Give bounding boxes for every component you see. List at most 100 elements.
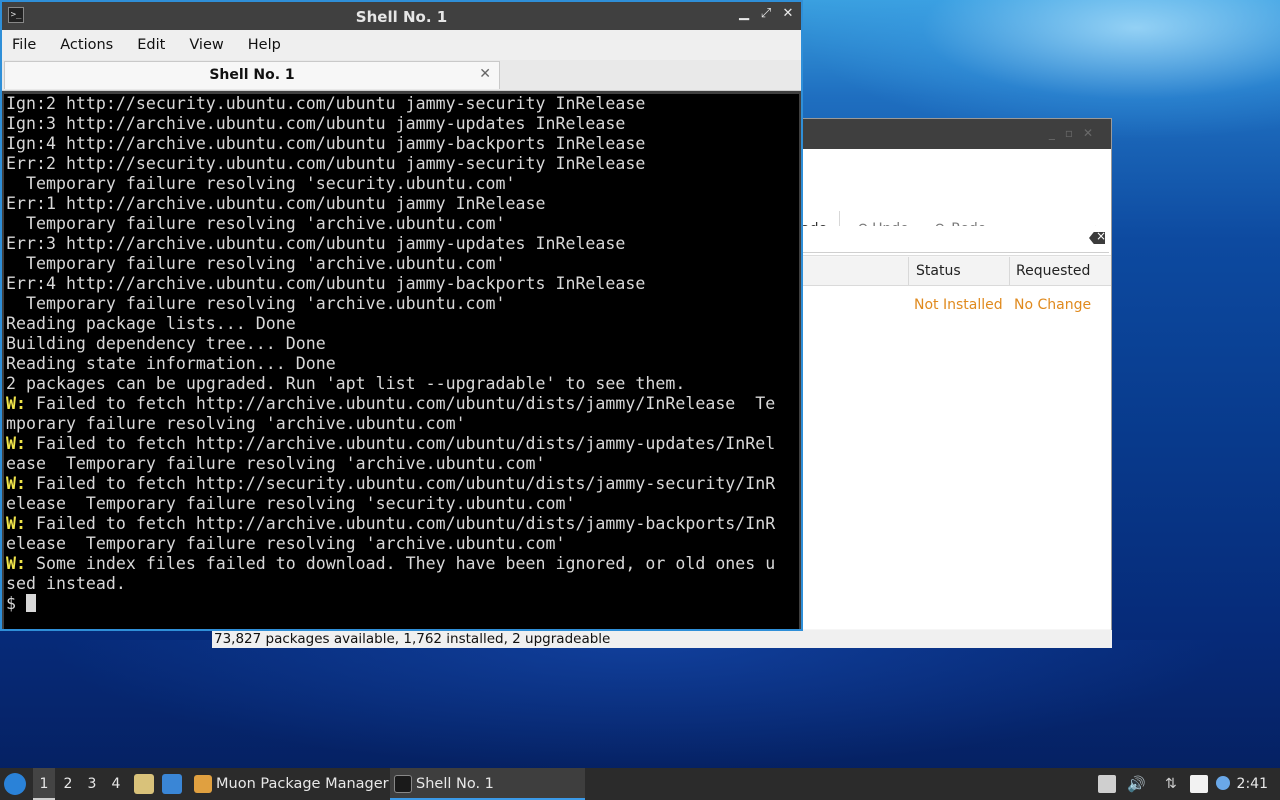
terminal-line: sed instead. <box>6 574 799 594</box>
terminal-line: Err:3 http://archive.ubuntu.com/ubuntu j… <box>6 234 799 254</box>
menu-view[interactable]: View <box>189 37 223 53</box>
menu-file[interactable]: File <box>12 37 36 53</box>
terminal-line-text: Temporary failure resolving 'archive.ubu… <box>6 294 506 313</box>
terminal-line-text: Failed to fetch http://archive.ubuntu.co… <box>25 514 776 533</box>
terminal-line: elease Temporary failure resolving 'arch… <box>6 534 799 554</box>
warning-prefix: W: <box>6 474 26 493</box>
terminal-line-text: Err:4 http://archive.ubuntu.com/ubuntu j… <box>6 274 646 293</box>
terminal-line-text: Err:2 http://security.ubuntu.com/ubuntu … <box>6 154 646 173</box>
terminal-icon <box>394 775 412 793</box>
start-menu-icon[interactable] <box>4 773 26 795</box>
update-notifier-icon[interactable] <box>1216 776 1230 790</box>
terminal-line: mporary failure resolving 'archive.ubunt… <box>6 414 799 434</box>
menu-actions[interactable]: Actions <box>60 37 113 53</box>
search-input[interactable] <box>801 226 1109 253</box>
terminal-line: Ign:3 http://archive.ubuntu.com/ubuntu j… <box>6 114 799 134</box>
terminal-titlebar[interactable]: >_ Shell No. 1 ▁ ⤢ ✕ <box>2 2 801 30</box>
network-icon[interactable]: ⇅ <box>1165 775 1183 793</box>
close-icon[interactable]: ✕ <box>781 7 795 21</box>
terminal-line: Temporary failure resolving 'archive.ubu… <box>6 294 799 314</box>
terminal-line-text: sed instead. <box>6 574 126 593</box>
file-manager-icon[interactable] <box>134 774 154 794</box>
workspace-3[interactable]: 3 <box>81 768 103 800</box>
terminal-console[interactable]: Ign:2 http://security.ubuntu.com/ubuntu … <box>4 94 799 629</box>
column-separator <box>1009 257 1010 285</box>
muon-titlebar[interactable]: _▫✕ <box>801 119 1111 149</box>
terminal-line-text: Err:3 http://archive.ubuntu.com/ubuntu j… <box>6 234 626 253</box>
terminal-line-text: Ign:2 http://security.ubuntu.com/ubuntu … <box>6 94 646 113</box>
clock[interactable]: 2:41 <box>1237 768 1268 800</box>
terminal-line: Err:4 http://archive.ubuntu.com/ubuntu j… <box>6 274 799 294</box>
text-cursor <box>25 594 36 612</box>
terminal-line-text: Failed to fetch http://archive.ubuntu.co… <box>25 394 776 413</box>
tab-bar: Shell No. 1 ✕ <box>2 60 801 91</box>
package-list[interactable] <box>801 285 1111 629</box>
terminal-line-text: Building dependency tree... Done <box>6 334 326 353</box>
terminal-line: W: Failed to fetch http://archive.ubuntu… <box>6 434 799 454</box>
terminal-line: W: Failed to fetch http://security.ubunt… <box>6 474 799 494</box>
tab-label: Shell No. 1 <box>209 67 295 83</box>
workspace-2[interactable]: 2 <box>57 768 79 800</box>
terminal-line: W: Failed to fetch http://archive.ubuntu… <box>6 514 799 534</box>
menu-help[interactable]: Help <box>248 37 281 53</box>
tab-shell-1[interactable]: Shell No. 1 ✕ <box>4 61 500 89</box>
muon-window-controls[interactable]: _▫✕ <box>1049 126 1103 140</box>
terminal-line-text: Ign:3 http://archive.ubuntu.com/ubuntu j… <box>6 114 626 133</box>
prompt-line[interactable]: $ <box>6 594 799 614</box>
warning-prefix: W: <box>6 554 26 573</box>
minimize-icon[interactable]: ▁ <box>737 7 751 21</box>
notes-icon[interactable] <box>1190 775 1208 793</box>
workspace-4[interactable]: 4 <box>105 768 127 800</box>
menu-edit[interactable]: Edit <box>137 37 165 53</box>
tab-close-icon[interactable]: ✕ <box>479 66 491 82</box>
terminal-line-text: Reading package lists... Done <box>6 314 296 333</box>
shell-prompt: $ <box>6 594 26 613</box>
column-separator <box>908 257 909 285</box>
column-status[interactable]: Status <box>916 263 961 279</box>
terminal-line-text: Failed to fetch http://archive.ubuntu.co… <box>25 434 776 453</box>
warning-prefix: W: <box>6 514 26 533</box>
task-shell-no-1[interactable]: Shell No. 1 <box>390 768 585 800</box>
terminal-line: elease Temporary failure resolving 'secu… <box>6 494 799 514</box>
terminal-line: 2 packages can be upgraded. Run 'apt lis… <box>6 374 799 394</box>
package-status[interactable]: Not Installed <box>914 297 1003 313</box>
terminal-line-text: Some index files failed to download. The… <box>25 554 776 573</box>
terminal-line-text: Temporary failure resolving 'security.ub… <box>6 174 516 193</box>
terminal-line: Err:1 http://archive.ubuntu.com/ubuntu j… <box>6 194 799 214</box>
terminal-line-text: Ign:4 http://archive.ubuntu.com/ubuntu j… <box>6 134 646 153</box>
terminal-line: Temporary failure resolving 'archive.ubu… <box>6 254 799 274</box>
show-desktop-icon[interactable] <box>162 774 182 794</box>
window-title: Shell No. 1 <box>355 8 448 26</box>
package-requested[interactable]: No Change <box>1014 297 1091 313</box>
muon-window[interactable]: _▫✕ ade ↶ Undo ↷ Redo › Status Requested… <box>800 118 1112 648</box>
terminal-line: Temporary failure resolving 'security.ub… <box>6 174 799 194</box>
terminal-line-text: elease Temporary failure resolving 'secu… <box>6 494 576 513</box>
terminal-line: Ign:4 http://archive.ubuntu.com/ubuntu j… <box>6 134 799 154</box>
column-requested[interactable]: Requested <box>1016 263 1090 279</box>
terminal-line-text: Reading state information... Done <box>6 354 336 373</box>
terminal-window[interactable]: >_ Shell No. 1 ▁ ⤢ ✕ File Actions Edit V… <box>0 0 803 631</box>
taskbar: 1 2 3 4 Muon Package Manager Shell No. 1… <box>0 768 1280 800</box>
terminal-line: ease Temporary failure resolving 'archiv… <box>6 454 799 474</box>
maximize-icon[interactable]: ⤢ <box>759 7 773 21</box>
menu-bar: File Actions Edit View Help <box>2 30 801 60</box>
terminal-line-text: Temporary failure resolving 'archive.ubu… <box>6 214 506 233</box>
muon-statusbar: 73,827 packages available, 1,762 install… <box>212 630 1112 648</box>
terminal-line-text: Temporary failure resolving 'archive.ubu… <box>6 254 506 273</box>
terminal-line: Reading package lists... Done <box>6 314 799 334</box>
terminal-line: Reading state information... Done <box>6 354 799 374</box>
clipboard-icon[interactable] <box>1098 775 1116 793</box>
package-list-header: Status Requested <box>801 257 1111 286</box>
terminal-line-text: elease Temporary failure resolving 'arch… <box>6 534 566 553</box>
terminal-output: Ign:2 http://security.ubuntu.com/ubuntu … <box>6 94 799 614</box>
wallpaper-wave <box>0 640 1280 780</box>
terminal-line: Err:2 http://security.ubuntu.com/ubuntu … <box>6 154 799 174</box>
task-muon-package-manager[interactable]: Muon Package Manager <box>190 768 389 800</box>
workspace-1[interactable]: 1 <box>33 768 55 800</box>
terminal-line-text: 2 packages can be upgraded. Run 'apt lis… <box>6 374 686 393</box>
muon-icon <box>194 775 212 793</box>
terminal-line-text: Err:1 http://archive.ubuntu.com/ubuntu j… <box>6 194 546 213</box>
clear-search-icon[interactable] <box>1089 232 1105 244</box>
volume-icon[interactable]: 🔊 <box>1127 775 1146 793</box>
terminal-line-text: ease Temporary failure resolving 'archiv… <box>6 454 546 473</box>
